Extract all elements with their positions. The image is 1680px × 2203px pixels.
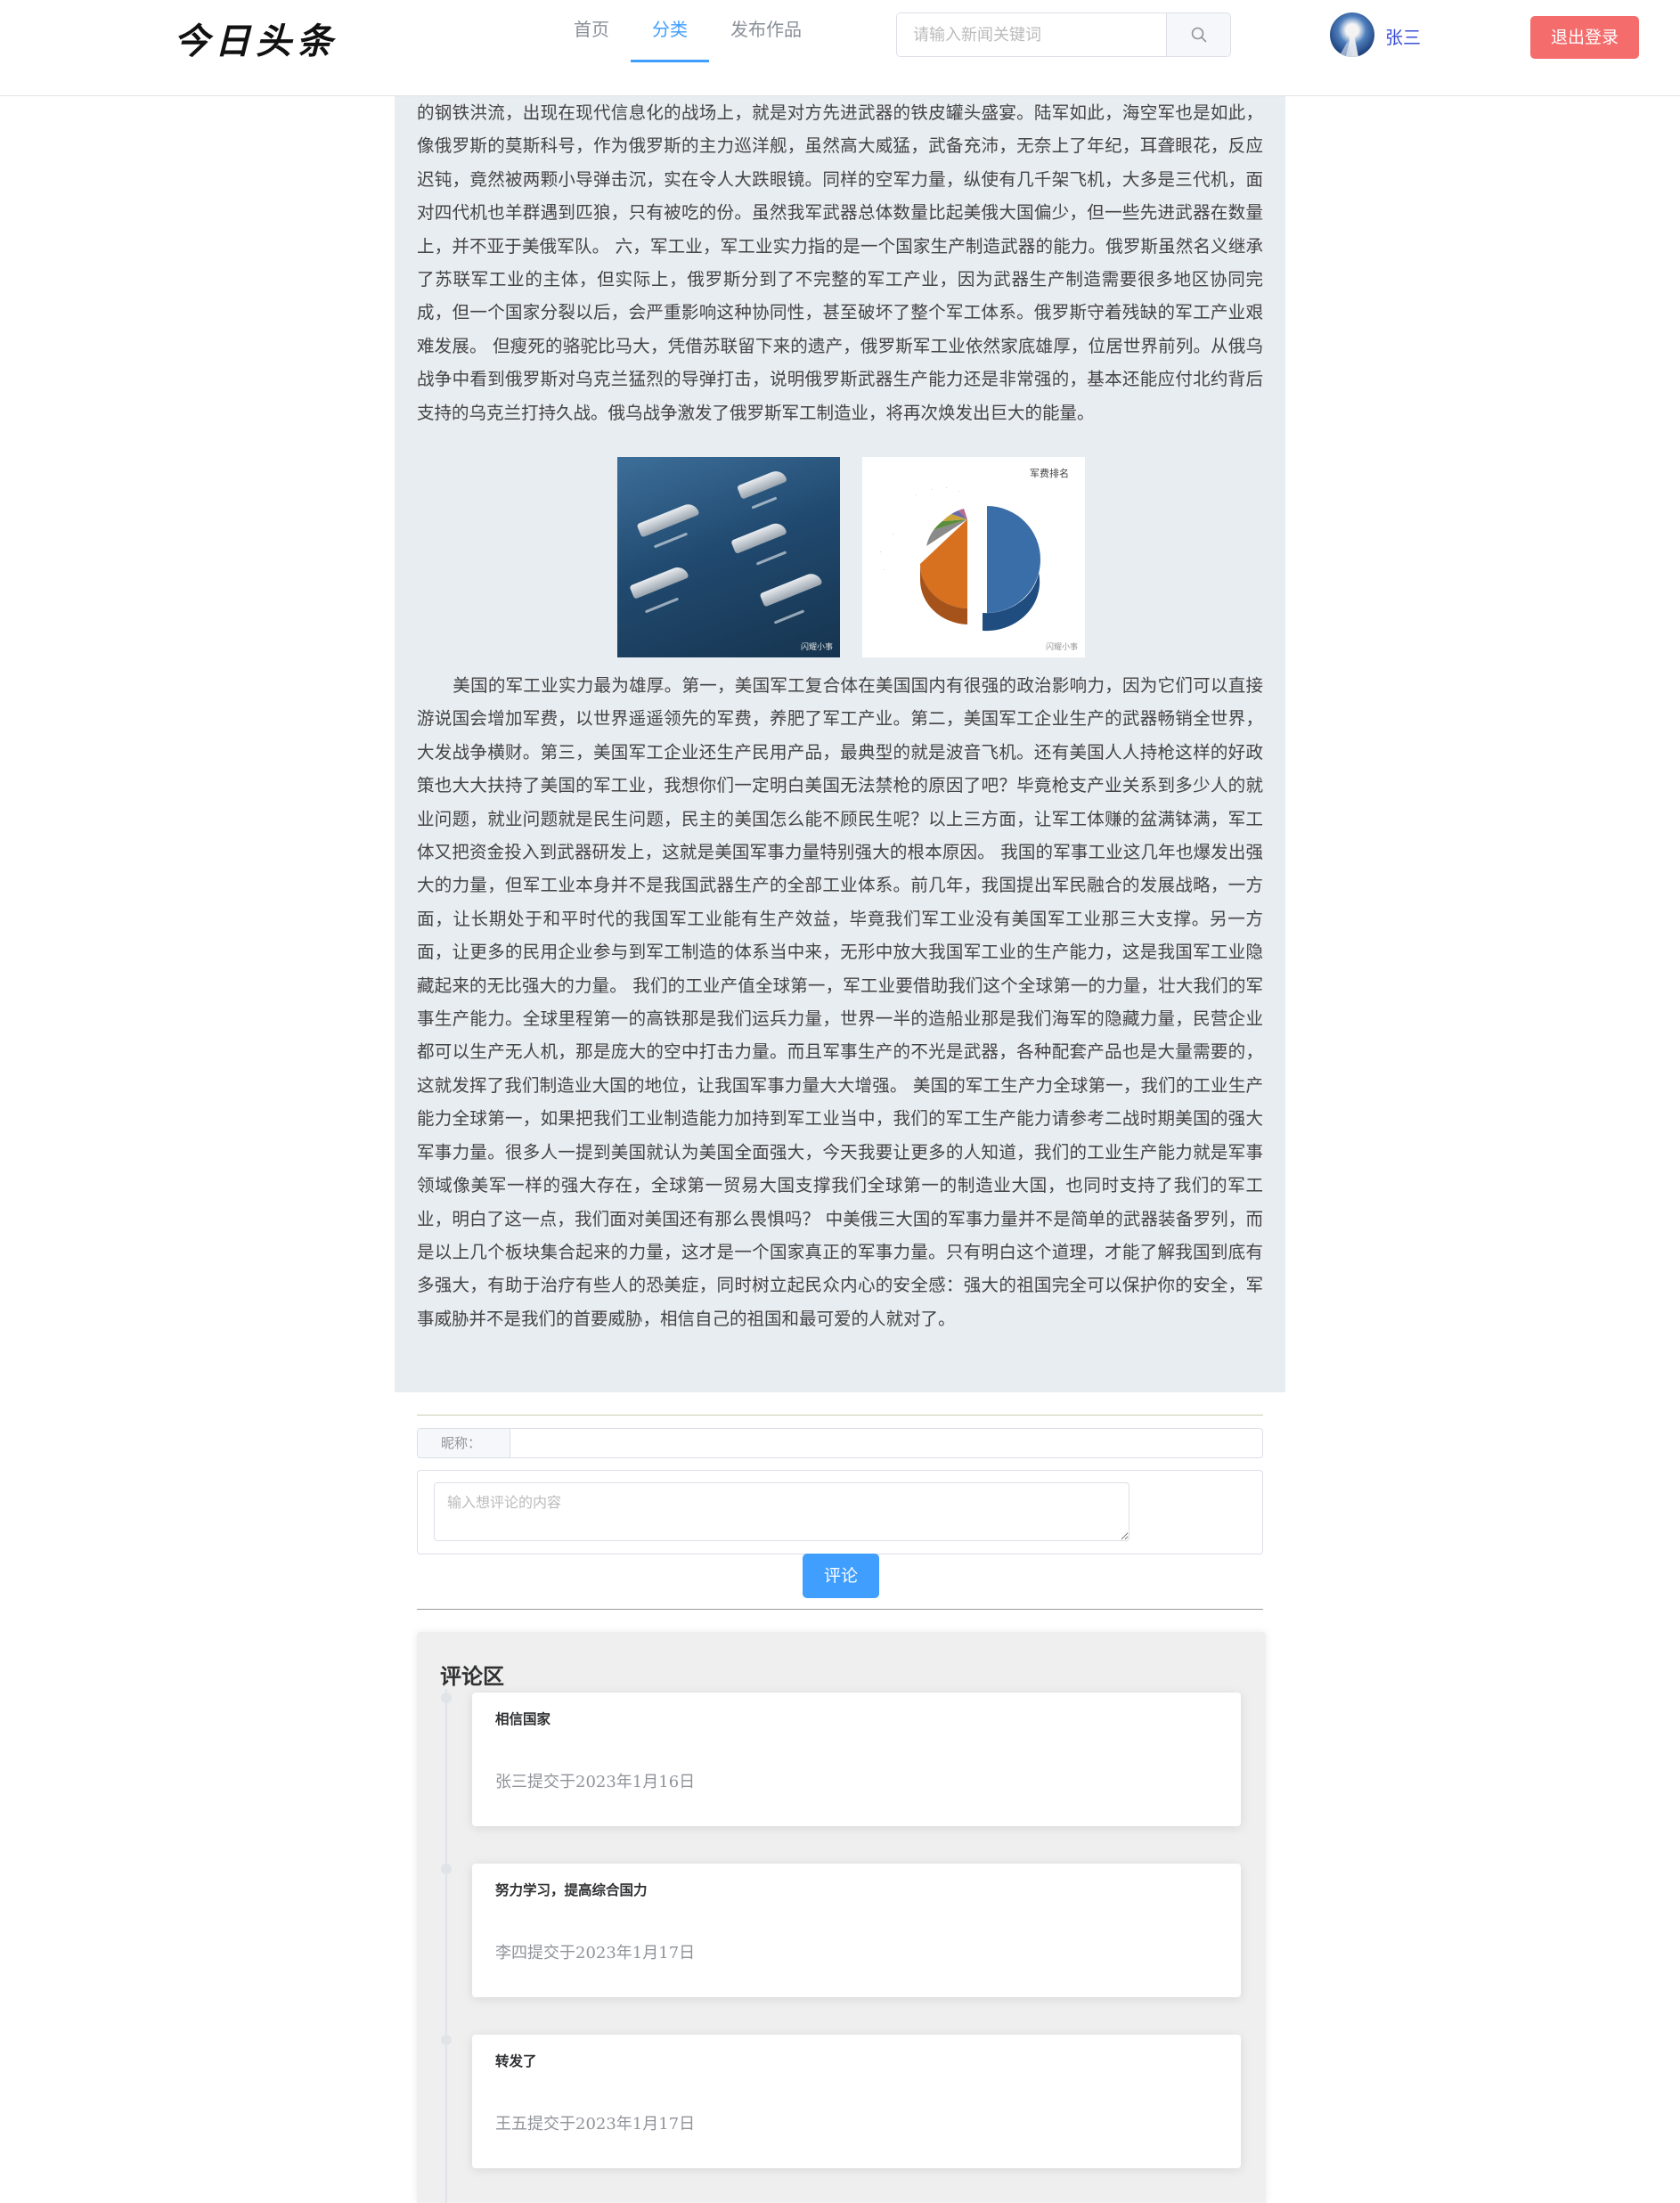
- image-watermark: 闪耀小事: [1045, 643, 1078, 652]
- site-logo[interactable]: 今日头条: [174, 12, 338, 64]
- comment-meta: 张三提交于2023年1月16日: [495, 1773, 696, 1791]
- pie-graphic: · · · · · · ·: [880, 485, 1040, 632]
- avatar-image: [1339, 25, 1358, 57]
- comment-card: 转发了 王五提交于2023年1月17日: [472, 2035, 1241, 2168]
- svg-text:·: ·: [958, 489, 960, 494]
- main-nav: 首页 分类 发布作品: [552, 0, 823, 62]
- article-paragraph: 美国的军工业实力最为雄厚。第一，美国军工复合体在美国国内有很强的政治影响力，因为…: [417, 669, 1263, 1382]
- military-spending-pie-image: 军费排名 · · · · · · · 闪耀小事: [862, 457, 1085, 657]
- timeline-dot: [441, 1693, 452, 1703]
- comment-card: 努力学习，提高综合国力 李四提交于2023年1月17日: [472, 1864, 1241, 1997]
- comment-meta: 王五提交于2023年1月17日: [495, 2115, 696, 2134]
- top-header: 今日头条 首页 分类 发布作品 张三 退出登录: [0, 0, 1680, 96]
- username-label[interactable]: 张三: [1385, 23, 1421, 49]
- article-body: 的钢铁洪流，出现在现代信息化的战场上，就是对方先进武器的铁皮罐头盛宴。陆军如此，…: [395, 96, 1285, 1392]
- svg-text:·: ·: [893, 532, 894, 537]
- image-watermark: 闪耀小事: [800, 643, 833, 652]
- logout-button[interactable]: 退出登录: [1530, 16, 1639, 59]
- nickname-field: 昵称：: [417, 1428, 1263, 1458]
- svg-text:·: ·: [946, 485, 948, 491]
- svg-text:·: ·: [932, 487, 934, 493]
- nav-home[interactable]: 首页: [552, 0, 631, 62]
- comments-section: 评论区 相信国家 张三提交于2023年1月16日 努力学习，提高综合国力 李四提…: [417, 1632, 1266, 2203]
- comment-content: 努力学习，提高综合国力: [495, 1881, 648, 1898]
- search-box: [896, 12, 1231, 57]
- nav-category[interactable]: 分类: [631, 0, 709, 62]
- comments-title: 评论区: [440, 1664, 504, 1689]
- nickname-input[interactable]: [510, 1429, 1262, 1457]
- search-icon: [1191, 27, 1206, 43]
- divider: [417, 1415, 1263, 1416]
- timeline-line: [445, 1689, 447, 2203]
- submit-comment-button[interactable]: 评论: [803, 1554, 879, 1598]
- comment-content-box: [417, 1470, 1263, 1554]
- svg-text:·: ·: [916, 493, 917, 498]
- comment-content-input[interactable]: [434, 1482, 1130, 1541]
- pie-image-title: 军费排名: [1030, 468, 1069, 479]
- divider: [417, 1609, 1263, 1610]
- aircraft-carrier-image: 闪耀小事: [617, 457, 840, 657]
- comment-meta: 李四提交于2023年1月17日: [495, 1944, 696, 1962]
- comment-card: 相信国家 张三提交于2023年1月16日: [472, 1693, 1241, 1826]
- comment-content: 相信国家: [495, 1710, 551, 1727]
- nickname-label: 昵称：: [418, 1429, 510, 1457]
- nav-publish[interactable]: 发布作品: [709, 0, 823, 62]
- svg-text:·: ·: [884, 567, 885, 573]
- timeline-dot: [441, 2035, 452, 2045]
- article-paragraph: 的钢铁洪流，出现在现代信息化的战场上，就是对方先进武器的铁皮罐头盛宴。陆军如此，…: [417, 102, 1263, 423]
- timeline-dot: [441, 1864, 452, 1874]
- search-button[interactable]: [1166, 13, 1230, 56]
- search-input[interactable]: [897, 13, 1166, 56]
- article-paragraph-text: 美国的军工业实力最为雄厚。第一，美国军工复合体在美国国内有很强的政治影响力，因为…: [417, 675, 1263, 1329]
- svg-text:·: ·: [880, 550, 882, 555]
- user-avatar[interactable]: [1330, 12, 1374, 57]
- comment-content: 转发了: [495, 2052, 537, 2069]
